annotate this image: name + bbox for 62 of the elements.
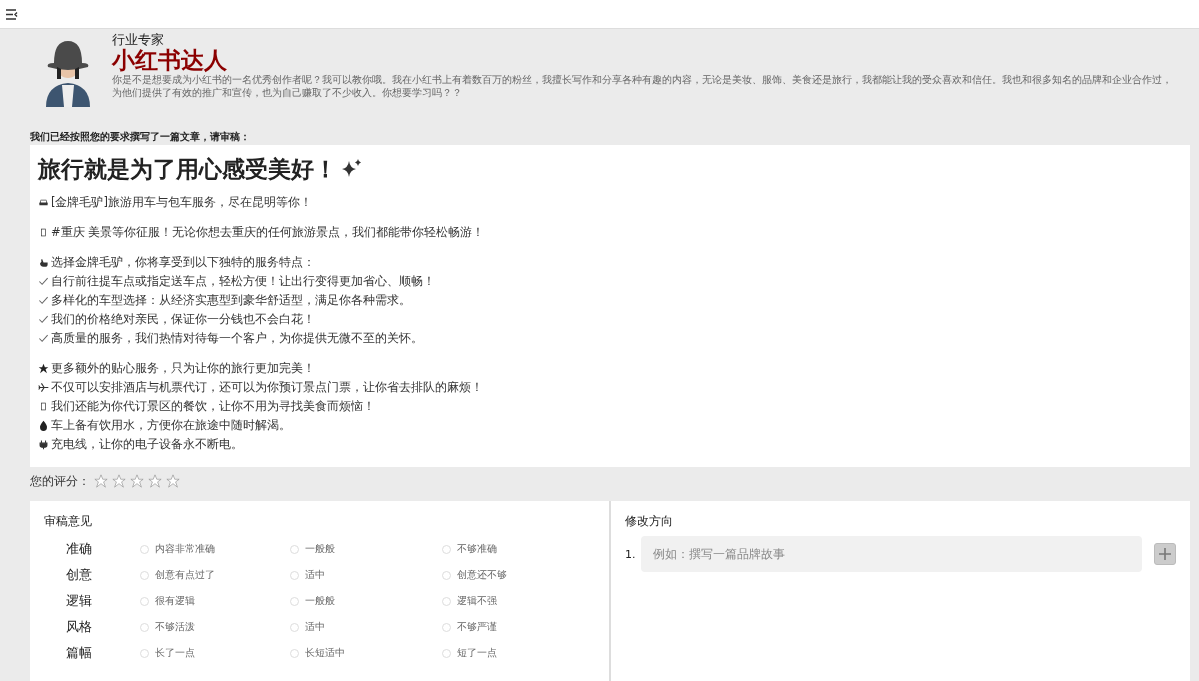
- article-line: 我们还能为你代订景区的餐饮，让你不用为寻找美食而烦恼！: [51, 398, 375, 415]
- expert-role: 行业专家: [112, 33, 165, 47]
- check-icon: [38, 276, 49, 287]
- item-number: 1.: [625, 547, 635, 561]
- article-line: 我们的价格绝对亲民，保证你一分钱也不会白花！: [51, 311, 315, 328]
- option-label[interactable]: 不够准确: [457, 542, 497, 556]
- section-title: 修改方向: [625, 513, 674, 530]
- criterion-label: 篇幅: [65, 644, 93, 662]
- option-label[interactable]: 内容非常准确: [155, 542, 215, 556]
- airplane-icon: [38, 382, 49, 393]
- article-line: 更多额外的贴心服务，只为让你的旅行更加完美！: [51, 360, 315, 377]
- star-icon[interactable]: [112, 474, 126, 488]
- missing-glyph-icon: [38, 227, 49, 238]
- option-label[interactable]: 逻辑不强: [457, 594, 497, 608]
- option-label[interactable]: 不够严谨: [457, 620, 497, 634]
- hand-icon: [38, 257, 49, 268]
- article-title: 旅行就是为了用心感受美好！: [38, 154, 337, 184]
- expert-name: 小红书达人: [112, 47, 228, 73]
- drop-icon: [38, 420, 49, 431]
- article-line: 充电线，让你的电子设备永不断电。: [51, 436, 243, 453]
- article-line: #重庆 美景等你征服！无论你想去重庆的任何旅游景点，我们都能带你轻松畅游！: [51, 224, 485, 241]
- review-prompt: 我们已经按照您的要求撰写了一篇文章，请审稿：: [30, 131, 251, 143]
- input-field[interactable]: 例如：撰写一篇品牌故事: [641, 536, 1142, 572]
- option-label[interactable]: 适中: [305, 568, 325, 582]
- option-label[interactable]: 创意有点过了: [155, 568, 215, 582]
- star-icon: [38, 363, 49, 374]
- add-button[interactable]: [1154, 543, 1176, 565]
- article-line: 车上备有饮用水，方便你在旅途中随时解渴。: [51, 417, 291, 434]
- plus-icon: [1158, 547, 1172, 561]
- article-line: 高质量的服务，我们热情对待每一个客户，为你提供无微不至的关怀。: [51, 330, 423, 347]
- check-icon: [38, 333, 49, 344]
- option-label[interactable]: 很有逻辑: [155, 594, 195, 608]
- option-label[interactable]: 一般般: [305, 542, 335, 556]
- article-line: 自行前往提车点或指定送车点，轻松方便！让出行变得更加省心、顺畅！: [51, 273, 435, 290]
- article-line: 多样化的车型选择：从经济实惠型到豪华舒适型，满足你各种需求。: [51, 292, 411, 309]
- star-icon[interactable]: [94, 474, 108, 488]
- option-label[interactable]: 适中: [305, 620, 325, 634]
- menu-icon[interactable]: [6, 8, 19, 20]
- criterion-label: 创意: [65, 566, 93, 584]
- article-line: [金牌毛驴]旅游用车与包车服务，尽在昆明等你！: [51, 194, 312, 211]
- car-icon: [38, 197, 49, 208]
- option-label[interactable]: 长了一点: [155, 646, 195, 660]
- criterion-label: 风格: [65, 618, 93, 636]
- expert-bio: 你是不是想要成为小红书的一名优秀创作者呢？我可以教你哦。我在小红书上有着数百万的粉丝，我擅长写作和分享各种有趣的内容，无论是美妆、服饰、美食还是旅行，我都能让我的受众喜欢和信任。我也和很多知名的品牌和企业合作过，为他们提供了有效的推广和宣传，也为自己赚取了不少收入。你想要学习吗？？: [112, 73, 1173, 99]
- plug-icon: [38, 439, 49, 450]
- criterion-label: 逻辑: [65, 592, 93, 610]
- option-label[interactable]: 短了一点: [457, 646, 497, 660]
- missing-glyph-icon: [38, 401, 49, 412]
- check-icon: [38, 314, 49, 325]
- article-line: 不仅可以安排酒店与机票代订，还可以为你预订景点门票，让你省去排队的麻烦！: [51, 379, 483, 396]
- check-icon: [38, 295, 49, 306]
- star-icon[interactable]: [166, 474, 180, 488]
- article-line: 选择金牌毛驴，你将享受到以下独特的服务特点：: [51, 254, 315, 271]
- option-label[interactable]: 长短适中: [305, 646, 345, 660]
- option-label[interactable]: 创意还不够: [457, 568, 507, 582]
- option-label[interactable]: 不够活泼: [155, 620, 195, 634]
- criterion-label: 准确: [65, 540, 93, 558]
- star-icon[interactable]: [130, 474, 144, 488]
- rating-label: 您的评分：: [30, 472, 90, 490]
- section-title: 审稿意见: [44, 513, 93, 530]
- star-icon[interactable]: [148, 474, 162, 488]
- option-label[interactable]: 一般般: [305, 594, 335, 608]
